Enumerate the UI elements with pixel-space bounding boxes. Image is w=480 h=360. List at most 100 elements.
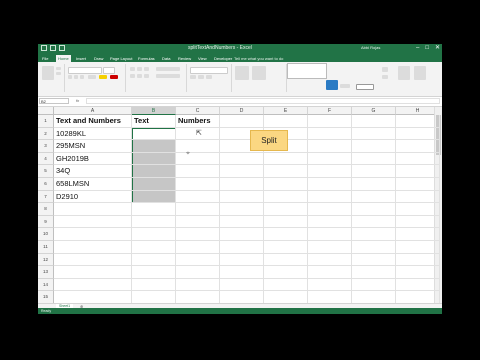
italic-icon[interactable] bbox=[74, 75, 78, 79]
cell-b7[interactable] bbox=[132, 190, 176, 204]
cell-e14[interactable] bbox=[264, 278, 308, 292]
cell-f6[interactable] bbox=[308, 178, 352, 191]
cell-f14[interactable] bbox=[308, 278, 352, 292]
cell-e8[interactable] bbox=[264, 203, 308, 216]
cell-b11[interactable] bbox=[132, 241, 176, 254]
conditional-formatting-button[interactable] bbox=[235, 66, 249, 80]
cell-g12[interactable] bbox=[352, 253, 396, 267]
cell-c10[interactable] bbox=[176, 228, 220, 241]
cell-c5[interactable] bbox=[176, 165, 220, 178]
cell-d6[interactable] bbox=[220, 178, 264, 191]
cell-g10[interactable] bbox=[352, 228, 396, 241]
comma-icon[interactable] bbox=[206, 75, 212, 79]
cell-d7[interactable] bbox=[220, 190, 264, 204]
find-select-button[interactable] bbox=[414, 66, 426, 80]
tab-developer[interactable]: Developer bbox=[212, 55, 234, 62]
redo-icon[interactable] bbox=[59, 45, 65, 51]
cell-c13[interactable] bbox=[176, 266, 220, 279]
cell-f11[interactable] bbox=[308, 241, 352, 254]
cell-a13[interactable] bbox=[54, 266, 132, 279]
tab-view[interactable]: View bbox=[196, 55, 209, 62]
cell-a2[interactable]: 10289KL bbox=[54, 127, 132, 141]
cell-b1[interactable]: Text bbox=[132, 115, 176, 128]
cell-c3[interactable] bbox=[176, 140, 220, 153]
row-header-12[interactable]: 12 bbox=[38, 253, 54, 267]
row-header-6[interactable]: 6 bbox=[38, 178, 54, 191]
tab-page-layout[interactable]: Page Layout bbox=[108, 55, 134, 62]
sort-filter-button[interactable] bbox=[398, 66, 410, 80]
undo-icon[interactable] bbox=[50, 45, 56, 51]
cell-d5[interactable] bbox=[220, 165, 264, 178]
cell-g11[interactable] bbox=[352, 241, 396, 254]
cell-e10[interactable] bbox=[264, 228, 308, 241]
row-header-13[interactable]: 13 bbox=[38, 266, 54, 279]
cell-g14[interactable] bbox=[352, 278, 396, 292]
cell-e11[interactable] bbox=[264, 241, 308, 254]
cell-e13[interactable] bbox=[264, 266, 308, 279]
cell-f10[interactable] bbox=[308, 228, 352, 241]
cell-b9[interactable] bbox=[132, 215, 176, 229]
cell-g3[interactable] bbox=[352, 140, 396, 153]
row-header-15[interactable]: 15 bbox=[38, 291, 54, 303]
cell-h8[interactable] bbox=[396, 203, 440, 216]
cell-f5[interactable] bbox=[308, 165, 352, 178]
row-header-3[interactable]: 3 bbox=[38, 140, 54, 153]
cell-e9[interactable] bbox=[264, 215, 308, 229]
cell-h5[interactable] bbox=[396, 165, 440, 178]
cell-c14[interactable] bbox=[176, 278, 220, 292]
merge-center-button[interactable] bbox=[156, 74, 180, 78]
percent-icon[interactable] bbox=[198, 75, 204, 79]
underline-icon[interactable] bbox=[80, 75, 84, 79]
split-button[interactable]: Split bbox=[250, 129, 288, 151]
cell-c8[interactable] bbox=[176, 203, 220, 216]
cell-g6[interactable] bbox=[352, 178, 396, 191]
cell-b6[interactable] bbox=[132, 178, 176, 191]
cell-b2[interactable] bbox=[132, 127, 176, 141]
cell-b13[interactable] bbox=[132, 266, 176, 279]
cell-b5[interactable] bbox=[132, 165, 176, 178]
cell-g4[interactable] bbox=[352, 152, 396, 166]
row-header-8[interactable]: 8 bbox=[38, 203, 54, 216]
cell-f13[interactable] bbox=[308, 266, 352, 279]
copy-icon[interactable] bbox=[56, 72, 61, 75]
number-format-box[interactable] bbox=[190, 67, 228, 74]
cell-f12[interactable] bbox=[308, 253, 352, 267]
tab-data[interactable]: Data bbox=[160, 55, 172, 62]
cell-b8[interactable] bbox=[132, 203, 176, 216]
tab-formulas[interactable]: Formulas bbox=[136, 55, 157, 62]
cell-e5[interactable] bbox=[264, 165, 308, 178]
formula-input[interactable] bbox=[86, 98, 440, 104]
cell-a1[interactable]: Text and Numbers bbox=[54, 115, 132, 128]
cell-a14[interactable] bbox=[54, 278, 132, 292]
borders-icon[interactable] bbox=[88, 75, 96, 79]
cell-d14[interactable] bbox=[220, 278, 264, 292]
autosum-icon[interactable] bbox=[382, 67, 388, 72]
cell-c1[interactable]: Numbers bbox=[176, 115, 220, 128]
cell-g7[interactable] bbox=[352, 190, 396, 204]
cell-e7[interactable] bbox=[264, 190, 308, 204]
cell-d12[interactable] bbox=[220, 253, 264, 267]
cell-c7[interactable] bbox=[176, 190, 220, 204]
cell-f2[interactable] bbox=[308, 127, 352, 141]
cell-g13[interactable] bbox=[352, 266, 396, 279]
close-icon[interactable]: ✕ bbox=[435, 45, 440, 52]
tab-draw[interactable]: Draw bbox=[92, 55, 105, 62]
font-size-box[interactable] bbox=[103, 67, 115, 74]
cell-e12[interactable] bbox=[264, 253, 308, 267]
cell-a6[interactable]: 658LMSN bbox=[54, 178, 132, 191]
save-icon[interactable] bbox=[41, 45, 47, 51]
currency-icon[interactable] bbox=[190, 75, 196, 79]
cell-e15[interactable] bbox=[264, 291, 308, 303]
cell-d8[interactable] bbox=[220, 203, 264, 216]
cell-a3[interactable]: 295MSN bbox=[54, 140, 132, 153]
row-header-7[interactable]: 7 bbox=[38, 190, 54, 204]
cell-h9[interactable] bbox=[396, 215, 440, 229]
column-header-g[interactable]: G bbox=[352, 107, 396, 115]
cell-f9[interactable] bbox=[308, 215, 352, 229]
cell-h4[interactable] bbox=[396, 152, 440, 166]
cell-d10[interactable] bbox=[220, 228, 264, 241]
cell-g2[interactable] bbox=[352, 127, 396, 141]
cell-d1[interactable] bbox=[220, 115, 264, 128]
cell-b15[interactable] bbox=[132, 291, 176, 303]
row-header-2[interactable]: 2 bbox=[38, 127, 54, 141]
